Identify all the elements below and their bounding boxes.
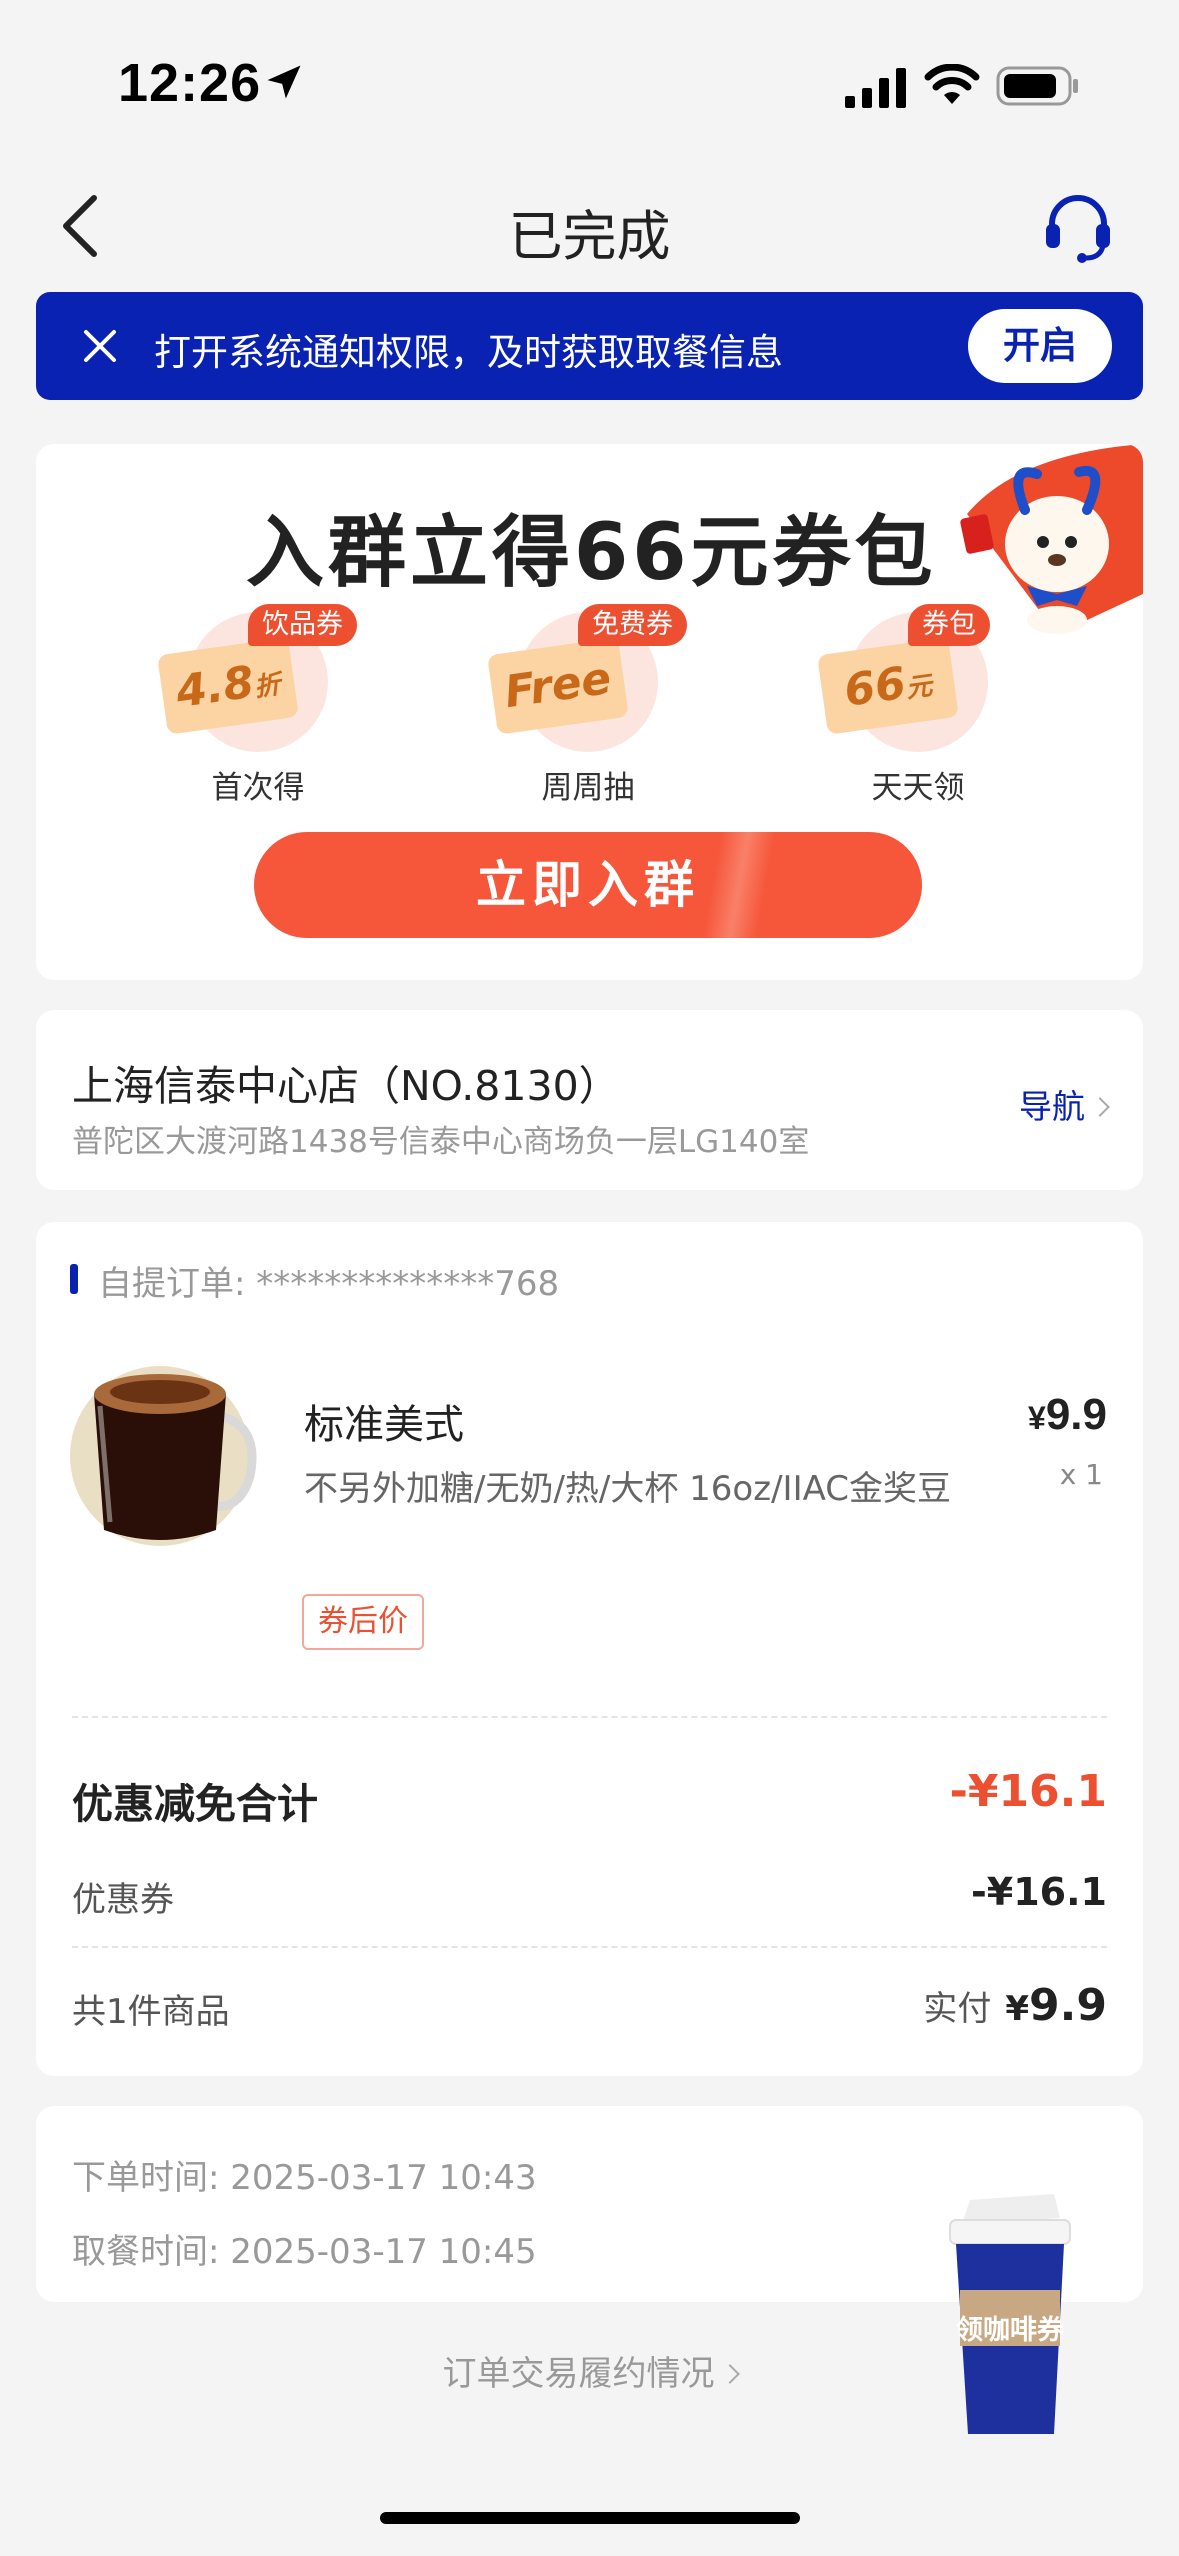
order-card: 自提订单: **************768 标准美式 不另外加糖/无奶/热/… [36,1222,1143,2076]
divider [72,1716,1107,1718]
order-number: 自提订单: **************768 [98,1264,560,1304]
close-icon[interactable] [76,322,124,370]
paid-amount: 实付 ¥9.9 [923,1980,1107,2031]
benefit-daily-claim: 66元 券包 天天领 [817,604,1018,806]
home-indicator[interactable] [380,2512,800,2524]
product-spec: 不另外加糖/无奶/热/大杯 16oz/IIAC金奖豆 [304,1469,951,1509]
benefit-tag: 饮品券 [248,604,357,646]
notification-permission-banner: 打开系统通知权限，及时获取取餐信息 开启 [36,292,1143,400]
ticket-sub: 元 [904,671,935,705]
divider [72,1946,1107,1948]
enable-notifications-button[interactable]: 开启 [968,309,1112,383]
store-name: 上海信泰中心店（NO.8130） [72,1062,620,1110]
benefit-label: 周周抽 [541,770,635,806]
ticket-main: 66 [841,657,909,717]
location-arrow-icon [267,65,301,99]
coffee-coupon-label[interactable]: 领咖啡券 [942,2308,1078,2347]
product-quantity: x 1 [1059,1458,1103,1491]
americano-cup-image [70,1366,257,1546]
cellular-signal-icon [845,68,906,108]
navigate-button[interactable]: 导航 [1019,1080,1110,1128]
benefit-tag: 免费券 [578,604,687,646]
coupon-label: 优惠券 [72,1880,174,1920]
join-group-button[interactable]: 立即入群 [254,832,922,938]
battery-icon [996,66,1078,106]
paid-value: 9.9 [1029,1980,1107,2031]
benefit-tag: 券包 [908,604,990,646]
chevron-right-icon [1090,1097,1110,1117]
product-name: 标准美式 [304,1402,464,1448]
discount-total-label: 优惠减免合计 [72,1780,318,1828]
benefit-label: 天天领 [871,770,965,806]
currency-symbol: ¥ [1028,1400,1046,1436]
paid-label: 实付 [923,1989,992,2029]
pickup-time: 取餐时间: 2025-03-17 10:45 [72,2232,537,2272]
wifi-icon [924,64,980,104]
status-time: 12:26 [118,53,262,113]
store-card: 上海信泰中心店（NO.8130） 普陀区大渡河路1438号信泰中心商场负一层LG… [36,1010,1143,1190]
promo-title: 入群立得66元券包 [246,508,937,598]
ticket-main: Free [501,652,615,719]
item-count-label: 共1件商品 [72,1992,230,2032]
benefit-weekly-draw: Free 免费券 周周抽 [487,604,688,806]
customer-service-headset-icon[interactable] [1038,186,1118,266]
group-promo-card: 入群立得66元券包 4.8折 饮品券 首次得 Free 免费券 周周抽 66元 … [36,444,1143,980]
benefit-label: 首次得 [211,770,305,806]
order-time: 下单时间: 2025-03-17 10:43 [72,2158,537,2198]
ticket-main: 4.8 [172,656,258,718]
chevron-right-icon [719,2364,740,2384]
ticket-sub: 折 [252,669,283,704]
price-value: 9.9 [1045,1390,1107,1439]
coupon-value: -¥16.1 [971,1870,1107,1914]
fulfillment-link-label: 订单交易履约情况 [442,2354,715,2394]
notification-banner-text: 打开系统通知权限，及时获取取餐信息 [154,331,783,374]
navigate-label: 导航 [1019,1087,1085,1126]
currency-symbol: ¥ [1005,1989,1030,2029]
product-price: ¥9.9 [1028,1390,1107,1440]
store-address: 普陀区大渡河路1438号信泰中心商场负一层LG140室 [72,1124,810,1160]
discount-total-value: -¥16.1 [949,1766,1107,1817]
status-bar: 12:26 [0,0,1179,160]
order-accent-bar [70,1264,78,1294]
coupon-price-tag: 券后价 [302,1594,424,1650]
benefit-first-time: 4.8折 饮品券 首次得 [157,604,358,806]
page-title: 已完成 [508,205,671,268]
